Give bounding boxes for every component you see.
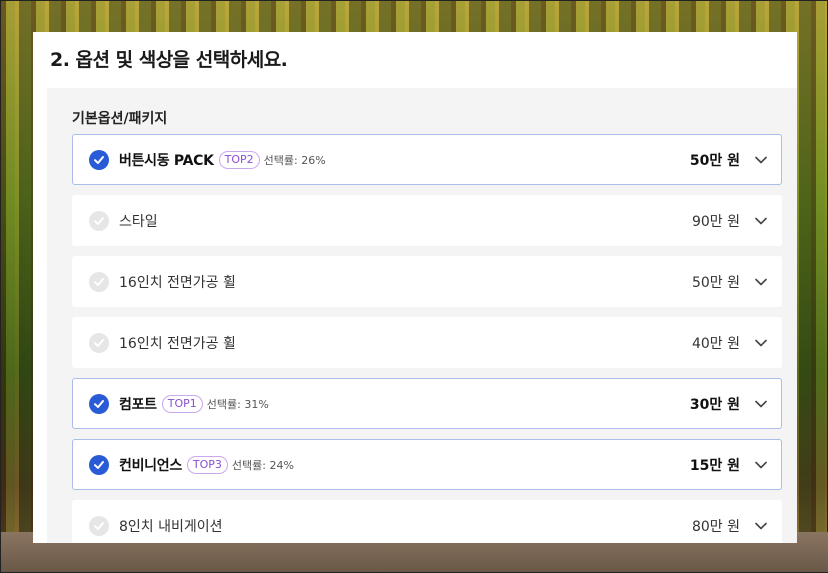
rank-badge: TOP1 xyxy=(161,394,203,413)
option-name: 16인치 전면가공 휠 xyxy=(119,274,236,291)
option-name: 컨비니언스 xyxy=(119,457,182,474)
option-list: 버튼시동 PACK TOP2 선택률: 26% 50만 원 스타일 90만 원 … xyxy=(72,134,782,543)
section-title: 2. 옵션 및 색상을 선택하세요. xyxy=(50,49,288,71)
option-price: 50만 원 xyxy=(691,274,740,291)
option-name: 16인치 전면가공 휠 xyxy=(119,335,236,352)
option-row[interactable]: 스타일 90만 원 xyxy=(72,195,782,246)
options-box: 기본옵션/패키지 버튼시동 PACK TOP2 선택률: 26% 50만 원 스… xyxy=(47,88,797,543)
option-name: 8인치 내비게이션 xyxy=(119,518,223,535)
check-icon xyxy=(89,149,109,170)
option-row[interactable]: 8인치 내비게이션 80만 원 xyxy=(72,500,782,543)
rank-badge: TOP3 xyxy=(186,455,228,474)
check-icon xyxy=(89,454,109,475)
option-price: 15만 원 xyxy=(689,457,740,474)
check-icon xyxy=(89,210,109,231)
chevron-down-icon[interactable] xyxy=(754,519,768,533)
check-icon xyxy=(89,271,109,292)
option-price: 30만 원 xyxy=(689,396,740,413)
option-price: 50만 원 xyxy=(689,152,740,169)
option-price: 80만 원 xyxy=(691,518,740,535)
check-icon xyxy=(89,332,109,353)
option-price: 90만 원 xyxy=(691,213,740,230)
option-name: 버튼시동 PACK xyxy=(119,152,214,169)
check-icon xyxy=(89,515,109,536)
option-name: 스타일 xyxy=(119,213,158,230)
option-row[interactable]: 컨비니언스 TOP3 선택률: 24% 15만 원 xyxy=(72,439,782,490)
selection-rate: 선택률: 31% xyxy=(206,397,269,411)
option-row[interactable]: 16인치 전면가공 휠 40만 원 xyxy=(72,317,782,368)
chevron-down-icon[interactable] xyxy=(754,214,768,228)
selection-rate: 선택률: 24% xyxy=(231,458,294,472)
rank-badge: TOP2 xyxy=(218,150,260,169)
option-row[interactable]: 버튼시동 PACK TOP2 선택률: 26% 50만 원 xyxy=(72,134,782,185)
check-icon xyxy=(89,393,109,414)
option-price: 40만 원 xyxy=(691,335,740,352)
selection-rate: 선택률: 26% xyxy=(263,153,326,167)
chevron-down-icon[interactable] xyxy=(754,458,768,472)
option-row[interactable]: 컴포트 TOP1 선택률: 31% 30만 원 xyxy=(72,378,782,429)
chevron-down-icon[interactable] xyxy=(754,153,768,167)
option-row[interactable]: 16인치 전면가공 휠 50만 원 xyxy=(72,256,782,307)
chevron-down-icon[interactable] xyxy=(754,397,768,411)
chevron-down-icon[interactable] xyxy=(754,336,768,350)
option-name: 컴포트 xyxy=(119,396,157,413)
options-panel: 2. 옵션 및 색상을 선택하세요. 기본옵션/패키지 버튼시동 PACK TO… xyxy=(33,32,797,543)
chevron-down-icon[interactable] xyxy=(754,275,768,289)
group-label: 기본옵션/패키지 xyxy=(72,111,168,127)
